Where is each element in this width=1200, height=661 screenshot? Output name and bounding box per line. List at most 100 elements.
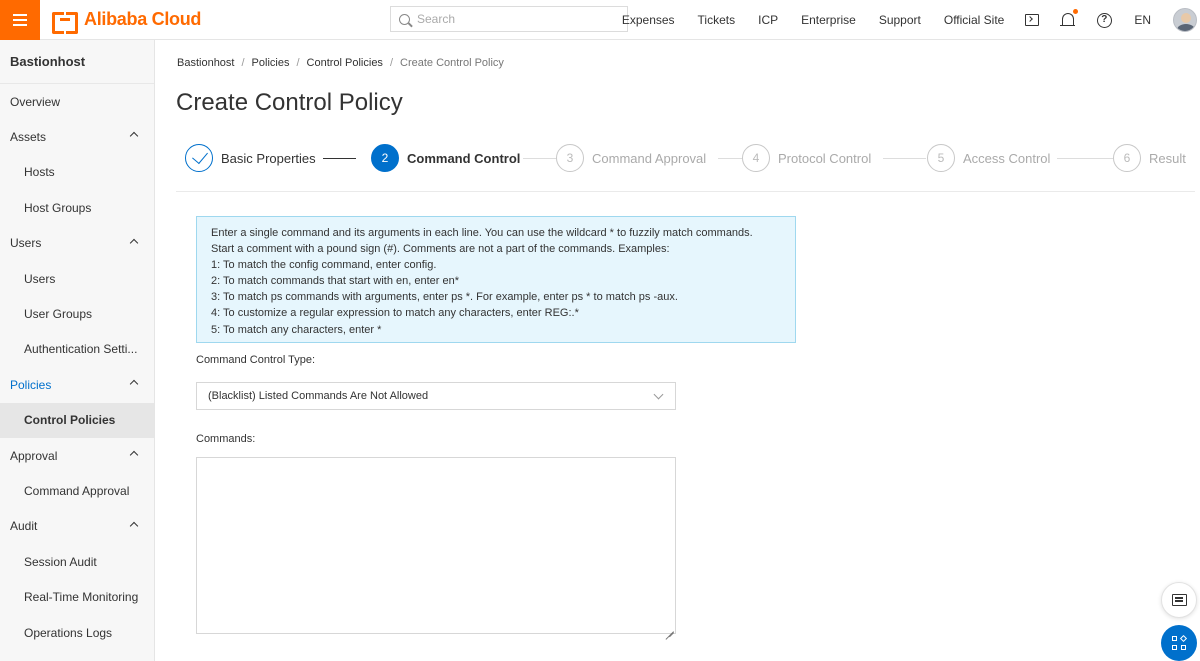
- step-connector: [1057, 158, 1113, 159]
- menu-button[interactable]: [0, 0, 40, 40]
- step-number: 6: [1113, 144, 1141, 172]
- apps-button[interactable]: [1161, 625, 1197, 661]
- terminal-icon: [1025, 14, 1040, 26]
- sidebar-item-label: Users: [10, 236, 42, 251]
- breadcrumb: Bastionhost / Policies / Control Policie…: [177, 57, 504, 69]
- sidebar-item-label: Command Approval: [24, 483, 130, 498]
- nav-expenses[interactable]: Expenses: [622, 13, 675, 27]
- sidebar-item-user-groups[interactable]: User Groups: [0, 296, 154, 331]
- step-label: Command Control: [407, 150, 521, 166]
- language-switcher[interactable]: EN: [1134, 13, 1151, 27]
- top-nav: Expenses Tickets ICP Enterprise Support …: [599, 0, 1200, 40]
- commands-textarea[interactable]: [196, 457, 676, 634]
- sidebar-item-label: Real-Time Monitoring: [24, 590, 139, 605]
- command-control-type-select[interactable]: (Blacklist) Listed Commands Are Not Allo…: [196, 382, 676, 410]
- nav-enterprise[interactable]: Enterprise: [801, 13, 856, 27]
- resize-handle-icon[interactable]: [665, 623, 674, 632]
- chevron-up-icon: [129, 238, 139, 247]
- terminal-button[interactable]: [1024, 12, 1040, 28]
- sidebar-item-control-policies[interactable]: Control Policies: [0, 402, 154, 438]
- search-input[interactable]: [417, 12, 617, 26]
- apps-icon: [1172, 634, 1188, 650]
- help-icon: ?: [1096, 12, 1112, 28]
- chevron-up-icon: [129, 450, 139, 460]
- step-basic-properties[interactable]: Basic Properties: [185, 144, 316, 172]
- step-number: 4: [742, 144, 770, 172]
- sidebar-item-approval[interactable]: Approval: [0, 438, 154, 473]
- breadcrumb-policies[interactable]: Policies: [252, 57, 290, 69]
- logo[interactable]: Alibaba Cloud: [52, 0, 201, 40]
- command-control-type-label: Command Control Type:: [196, 354, 316, 366]
- sidebar-item-operations-logs[interactable]: Operations Logs: [0, 615, 154, 650]
- sidebar-item-hosts[interactable]: Hosts: [0, 155, 154, 190]
- step-number: 3: [556, 144, 584, 172]
- avatar[interactable]: [1173, 8, 1197, 32]
- stepper: Basic Properties 2 Command Control 3 Com…: [185, 144, 1200, 174]
- sidebar-item-label: Hosts: [24, 165, 55, 180]
- step-number: 5: [927, 144, 955, 172]
- sidebar-item-host-groups[interactable]: Host Groups: [0, 190, 154, 225]
- chevron-up-icon: [129, 521, 139, 530]
- nav-icp[interactable]: ICP: [758, 13, 778, 27]
- step-check-icon: [185, 144, 213, 172]
- sidebar-item-command-approval[interactable]: Command Approval: [0, 473, 154, 508]
- notification-dot: [1073, 9, 1079, 14]
- step-label: Basic Properties: [221, 150, 316, 166]
- notice-line: Enter a single command and its arguments…: [211, 227, 753, 239]
- chevron-up-icon: [129, 379, 139, 389]
- nav-official-site[interactable]: Official Site: [944, 13, 1004, 27]
- step-number: 2: [371, 144, 399, 172]
- step-label: Command Approval: [592, 150, 707, 166]
- sidebar-item-session-audit[interactable]: Session Audit: [0, 544, 154, 579]
- bell-icon: [1060, 13, 1076, 26]
- breadcrumb-control-policies[interactable]: Control Policies: [307, 57, 383, 69]
- step-connector: [718, 158, 742, 159]
- sidebar-item-label: User Groups: [24, 307, 93, 322]
- notifications-button[interactable]: [1060, 9, 1079, 28]
- commands-label: Commands:: [196, 433, 256, 445]
- step-label: Result: [1149, 150, 1186, 166]
- chevron-down-icon: [653, 389, 664, 400]
- search-box[interactable]: [390, 6, 628, 32]
- breadcrumb-bastionhost[interactable]: Bastionhost: [177, 57, 234, 69]
- sidebar-item-real-time-monitoring[interactable]: Real-Time Monitoring: [0, 579, 154, 614]
- notice-line: 2: To match commands that start with en,…: [211, 275, 460, 288]
- page-title: Create Control Policy: [176, 89, 403, 116]
- sidebar-item-assets[interactable]: Assets: [0, 119, 154, 154]
- sidebar-item-audit[interactable]: Audit: [0, 509, 154, 544]
- notice-line: 1: To match the config command, enter co…: [211, 259, 437, 272]
- sidebar-item-users[interactable]: Users: [0, 226, 154, 261]
- sidebar-item-label: Policies: [10, 377, 52, 392]
- sidebar-item-label: Assets: [10, 130, 47, 145]
- sidebar-item-label: Users: [24, 271, 56, 286]
- sidebar-item-overview[interactable]: Overview: [0, 84, 154, 119]
- step-access-control: 5 Access Control: [927, 144, 1050, 172]
- nav-tickets[interactable]: Tickets: [698, 13, 736, 27]
- step-label: Access Control: [963, 150, 1051, 166]
- step-connector: [523, 158, 556, 159]
- help-button[interactable]: ?: [1096, 12, 1112, 28]
- step-connector: [323, 158, 356, 159]
- sidebar-item-policies[interactable]: Policies: [0, 367, 154, 402]
- info-notice: Enter a single command and its arguments…: [196, 216, 796, 343]
- selected-value: (Blacklist) Listed Commands Are Not Allo…: [208, 390, 429, 402]
- chevron-up-icon: [129, 132, 139, 141]
- notice-line: Start a comment with a pound sign (#). C…: [211, 243, 670, 256]
- sidebar-item-label: Host Groups: [24, 200, 92, 215]
- sidebar-item-label: Audit: [10, 519, 38, 534]
- alibaba-cloud-logo-icon: [52, 11, 78, 34]
- message-icon: [1171, 594, 1187, 606]
- sidebar-title: Bastionhost: [0, 40, 154, 84]
- nav-support[interactable]: Support: [879, 13, 921, 27]
- step-protocol-control: 4 Protocol Control: [742, 144, 871, 172]
- feedback-button[interactable]: [1161, 582, 1197, 618]
- breadcrumb-current: Create Control Policy: [400, 57, 504, 69]
- sidebar-item-users[interactable]: Users: [0, 261, 154, 296]
- command-control-type-label-text: Command Control Type: [196, 354, 312, 366]
- sidebar-item-authentication-setti[interactable]: Authentication Setti...: [0, 332, 154, 367]
- step-command-approval: 3 Command Approval: [556, 144, 706, 172]
- notice-line: 5: To match any characters, enter *: [211, 323, 382, 336]
- step-result: 6 Result: [1113, 144, 1186, 172]
- notice-line: 4: To customize a regular expression to …: [211, 307, 579, 320]
- main-content: Bastionhost / Policies / Control Policie…: [155, 40, 1200, 661]
